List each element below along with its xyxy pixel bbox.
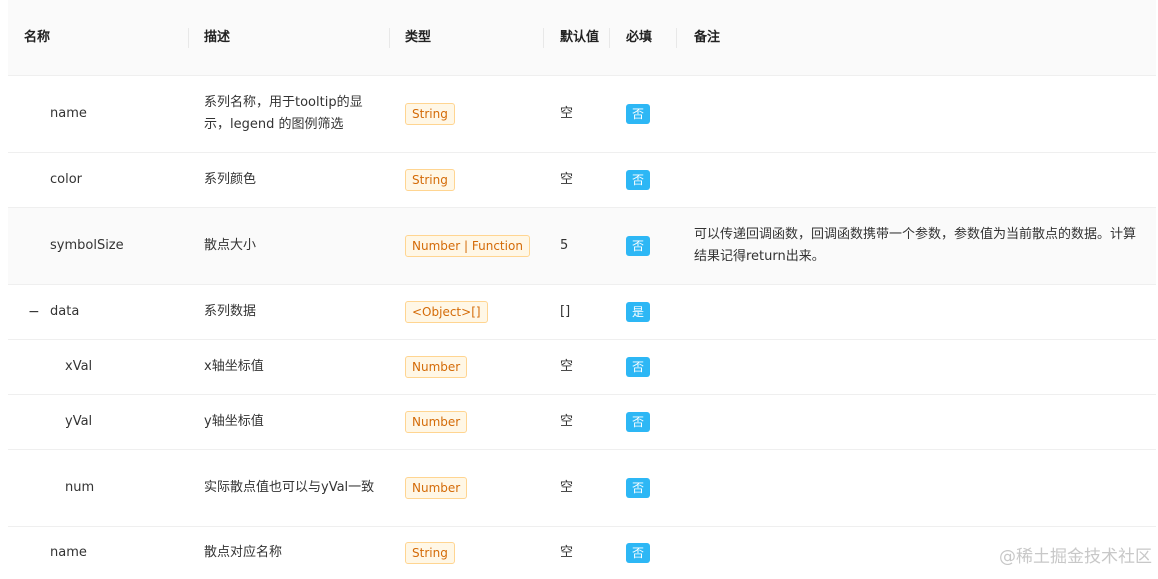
required-tag: 否 (626, 170, 651, 190)
row-name: yVal (65, 414, 93, 429)
row-required-cell: 是 (626, 285, 686, 339)
row-default: 空 (560, 359, 574, 374)
type-tag: <Object>[] (405, 301, 488, 323)
required-tag: 是 (626, 302, 651, 322)
header-name: 名称 (24, 29, 51, 45)
header-desc: 描述 (204, 29, 231, 45)
header-default: 默认值 (560, 29, 600, 45)
row-note (694, 450, 1144, 526)
row-note: 可以传递回调函数，回调函数携带一个参数，参数值为当前散点的数据。计算结果记得re… (694, 227, 1137, 264)
header-required: 必填 (626, 29, 653, 45)
table-row: − data 系列数据 <Object>[] [] 是 (8, 285, 1156, 340)
table-row: name 散点对应名称 String 空 否 (8, 527, 1156, 579)
row-desc: 散点对应名称 (204, 545, 283, 560)
row-desc: y轴坐标值 (204, 414, 264, 429)
type-tag: String (405, 103, 455, 125)
row-name-cell: num (24, 450, 194, 526)
row-desc: 系列颜色 (204, 172, 257, 187)
row-default: 空 (560, 480, 574, 495)
row-note (694, 285, 1144, 339)
row-name-cell: name (24, 527, 194, 579)
type-tag: Number (405, 411, 468, 433)
row-required-cell: 否 (626, 450, 686, 526)
row-note (694, 340, 1144, 394)
table-row: yVal y轴坐标值 Number 空 否 (8, 395, 1156, 450)
table-row: symbolSize 散点大小 Number | Function 5 否 可以… (8, 208, 1156, 285)
row-required-cell: 否 (626, 340, 686, 394)
required-tag: 否 (626, 543, 651, 563)
row-name: name (50, 545, 87, 560)
row-name-cell: xVal (24, 340, 194, 394)
table-row: xVal x轴坐标值 Number 空 否 (8, 340, 1156, 395)
watermark: @稀土掘金技术社区 (999, 547, 1152, 567)
required-tag: 否 (626, 412, 651, 432)
row-name: color (50, 172, 83, 187)
table-row: color 系列颜色 String 空 否 (8, 153, 1156, 208)
row-note (694, 153, 1144, 207)
table-row: name 系列名称，用于tooltip的显示，legend 的图例筛选 Stri… (8, 76, 1156, 153)
header-separator (389, 28, 390, 48)
row-required-cell: 否 (626, 527, 686, 579)
props-table: 名称 描述 类型 默认值 必填 备注 name 系列名称，用于tooltip的显… (8, 0, 1156, 579)
row-required-cell: 否 (626, 76, 686, 152)
row-required-cell: 否 (626, 208, 686, 284)
table-row: num 实际散点值也可以与yVal一致 Number 空 否 (8, 450, 1156, 527)
header-separator (676, 28, 677, 48)
row-desc: 系列名称，用于tooltip的显示，legend 的图例筛选 (204, 95, 363, 132)
row-note (694, 76, 1144, 152)
row-desc: 散点大小 (204, 238, 257, 253)
row-default: 空 (560, 414, 574, 429)
row-name-cell: − data (24, 285, 194, 339)
row-note (694, 395, 1144, 449)
type-tag: String (405, 169, 455, 191)
row-type-cell: String (405, 76, 545, 152)
header-note: 备注 (694, 29, 721, 45)
row-default: 空 (560, 106, 574, 121)
row-desc: 系列数据 (204, 304, 257, 319)
row-name: data (50, 304, 80, 319)
row-name-cell: symbolSize (24, 208, 194, 284)
row-name-cell: name (24, 76, 194, 152)
required-tag: 否 (626, 478, 651, 498)
row-default: 空 (560, 172, 574, 187)
row-desc: x轴坐标值 (204, 359, 264, 374)
required-tag: 否 (626, 236, 651, 256)
row-required-cell: 否 (626, 395, 686, 449)
row-type-cell: <Object>[] (405, 285, 545, 339)
row-default: 5 (560, 238, 569, 253)
row-name-cell: color (24, 153, 194, 207)
row-required-cell: 否 (626, 153, 686, 207)
header-separator (188, 28, 189, 48)
header-separator (609, 28, 610, 48)
header-separator (543, 28, 544, 48)
row-type-cell: Number (405, 450, 545, 526)
row-name: xVal (65, 359, 93, 374)
collapse-icon[interactable]: − (28, 301, 40, 323)
row-type-cell: Number | Function (405, 208, 545, 284)
row-name-cell: yVal (24, 395, 194, 449)
required-tag: 否 (626, 357, 651, 377)
row-type-cell: Number (405, 395, 545, 449)
required-tag: 否 (626, 104, 651, 124)
type-tag: String (405, 542, 455, 564)
row-default: 空 (560, 545, 574, 560)
row-desc: 实际散点值也可以与yVal一致 (204, 480, 375, 495)
table-header: 名称 描述 类型 默认值 必填 备注 (8, 0, 1156, 76)
row-name: name (50, 106, 87, 121)
row-type-cell: String (405, 153, 545, 207)
row-name: symbolSize (50, 238, 124, 253)
row-type-cell: String (405, 527, 545, 579)
type-tag: Number (405, 477, 468, 499)
header-type: 类型 (405, 29, 432, 45)
type-tag: Number (405, 356, 468, 378)
row-default: [] (560, 304, 571, 319)
type-tag: Number | Function (405, 235, 530, 257)
row-type-cell: Number (405, 340, 545, 394)
row-name: num (65, 480, 95, 495)
